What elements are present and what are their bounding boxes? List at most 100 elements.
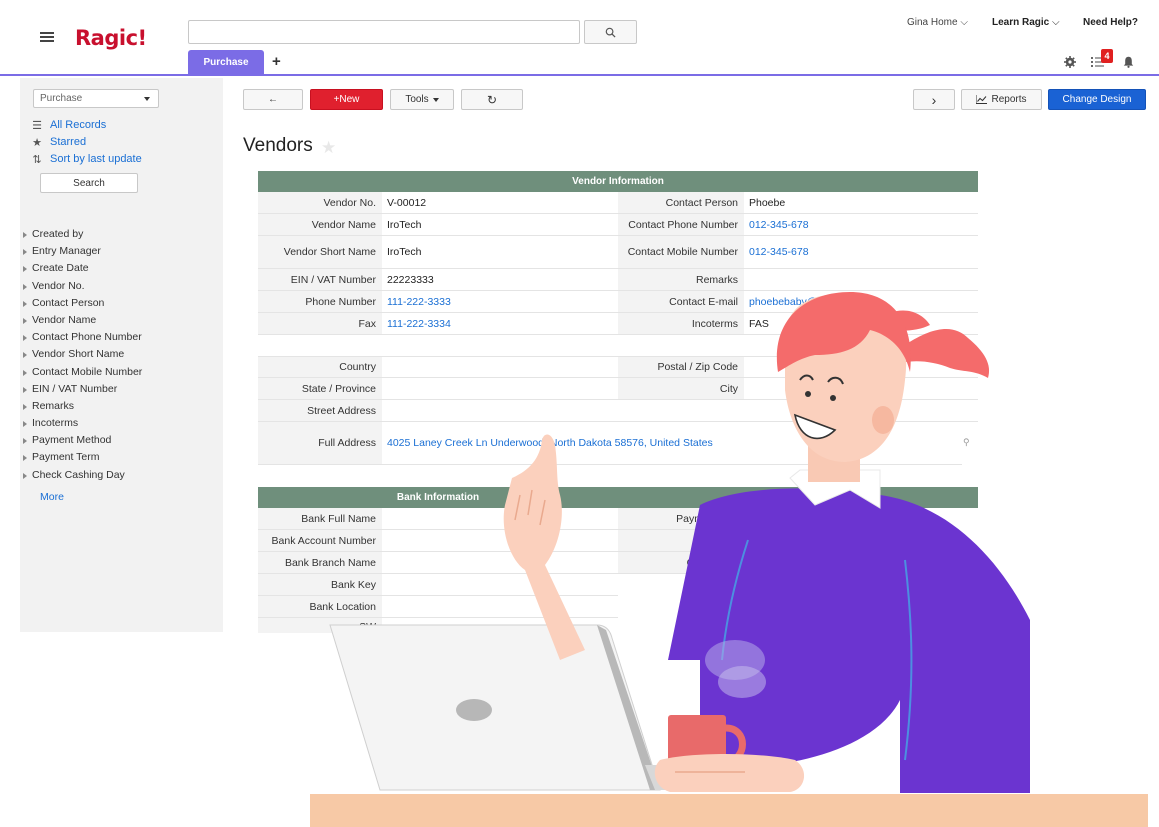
search-icon xyxy=(605,27,616,38)
map-pin-icon[interactable]: ⚲ xyxy=(963,437,970,448)
star-icon[interactable]: ★ xyxy=(321,138,336,158)
field-label: Contact E-mail xyxy=(618,291,744,312)
search-button[interactable] xyxy=(584,20,637,44)
filter-field[interactable]: Create Date xyxy=(20,262,220,279)
postal-field[interactable] xyxy=(744,357,978,377)
bank-info-header: Bank Information xyxy=(258,487,618,508)
next-button[interactable]: › xyxy=(913,89,955,110)
field-value[interactable]: IroTech xyxy=(382,214,618,235)
chart-icon xyxy=(976,95,988,104)
list-icon: ☰ xyxy=(32,119,42,132)
field-label: Check Cas xyxy=(618,552,744,573)
form-row: Phone Number 111-222-3333 Contact E-mail… xyxy=(258,291,978,313)
menu-icon[interactable] xyxy=(40,32,54,42)
filter-field[interactable]: Payment Term xyxy=(20,451,220,468)
sort-label: Sort by last update xyxy=(50,153,142,165)
field-label: EIN / VAT Number xyxy=(258,269,382,290)
filter-field[interactable]: Contact Person xyxy=(20,297,220,314)
field-label: Vendor Short Name xyxy=(258,236,382,268)
filter-field[interactable]: Incoterms xyxy=(20,417,220,434)
field-value[interactable]: 22223333 xyxy=(382,269,618,290)
bell-icon[interactable] xyxy=(1123,56,1134,68)
field-label: Bank Account Number xyxy=(258,530,382,551)
field-value[interactable]: V-00012 xyxy=(382,192,618,213)
filter-field[interactable]: Vendor Short Name xyxy=(20,348,220,365)
all-records-link[interactable]: ☰ All Records xyxy=(30,119,106,132)
full-address-link[interactable]: 4025 Laney Creek Ln Underwood, North Dak… xyxy=(382,422,962,464)
new-button[interactable]: +New xyxy=(310,89,383,110)
learn-menu[interactable]: Learn Ragic ⌵ xyxy=(992,17,1060,28)
filter-field[interactable]: EIN / VAT Number xyxy=(20,383,220,400)
user-menu[interactable]: Gina Home ⌵ xyxy=(907,17,968,28)
field-value[interactable]: IroTech xyxy=(382,236,618,268)
tab-purchase[interactable]: Purchase xyxy=(188,50,264,75)
filter-field[interactable]: Vendor No. xyxy=(20,280,220,297)
field-value[interactable] xyxy=(382,508,618,529)
incoterms-select[interactable]: FAS xyxy=(744,313,978,334)
add-tab-button[interactable]: + xyxy=(272,53,281,70)
sidebar-search-button[interactable]: Search xyxy=(40,173,138,193)
app-logo[interactable]: Ragic! xyxy=(75,26,147,50)
global-search-input[interactable] xyxy=(188,20,580,44)
sort-link[interactable]: ⇅ Sort by last update xyxy=(30,153,142,166)
field-label: State / Province xyxy=(258,378,382,399)
help-link[interactable]: Need Help? xyxy=(1083,17,1138,28)
filter-field[interactable]: Vendor Name xyxy=(20,314,220,331)
field-label: Street Address xyxy=(258,400,382,421)
sheet-select[interactable]: Purchase xyxy=(33,89,159,108)
tools-button[interactable]: Tools xyxy=(390,89,454,110)
field-label: Bank Branch Name xyxy=(258,552,382,573)
desk xyxy=(310,794,1148,827)
city-field[interactable] xyxy=(744,378,978,399)
back-button[interactable]: ← xyxy=(243,89,303,110)
filter-field[interactable]: Remarks xyxy=(20,400,220,417)
field-value[interactable] xyxy=(744,269,978,290)
filter-field[interactable]: Created by xyxy=(20,228,220,245)
change-design-button[interactable]: Change Design xyxy=(1048,89,1146,110)
form-row: Bank Key xyxy=(258,574,618,596)
field-label: Bank Location xyxy=(258,596,382,617)
fax-link[interactable]: 111-222-3334 xyxy=(382,313,618,334)
starred-link[interactable]: ★ Starred xyxy=(30,136,86,149)
field-label: Payment Met xyxy=(618,508,744,529)
field-label: Phone Number xyxy=(258,291,382,312)
mug-handle xyxy=(725,724,746,766)
filter-field[interactable]: Contact Phone Number xyxy=(20,331,220,348)
country-field[interactable] xyxy=(382,357,618,377)
phone-link[interactable]: 012-345-678 xyxy=(744,214,978,235)
field-label: SW xyxy=(258,618,382,634)
gear-icon[interactable] xyxy=(1064,56,1076,68)
field-label: Vendor No. xyxy=(258,192,382,213)
field-value[interactable] xyxy=(382,574,618,595)
chevron-down-icon: ⌵ xyxy=(1052,17,1060,28)
steam xyxy=(705,640,765,680)
form-row: Bank Location xyxy=(258,596,618,618)
street-field[interactable] xyxy=(382,400,978,421)
laptop-logo xyxy=(456,699,492,721)
filter-field[interactable]: Entry Manager xyxy=(20,245,220,262)
form-row: EIN / VAT Number 22223333 Remarks xyxy=(258,269,978,291)
filter-field[interactable]: Check Cashing Day xyxy=(20,469,220,486)
field-label: Country xyxy=(258,357,382,377)
more-fields-link[interactable]: More xyxy=(40,491,64,503)
field-value[interactable]: Phoebe xyxy=(744,192,978,213)
phone-link[interactable]: 111-222-3333 xyxy=(382,291,618,312)
form-row: Fax 111-222-3334 Incoterms FAS xyxy=(258,313,978,335)
state-field[interactable] xyxy=(382,378,618,399)
field-value[interactable] xyxy=(382,530,618,551)
field-label: Postal / Zip Code xyxy=(618,357,744,377)
refresh-button[interactable]: ↻ xyxy=(461,89,523,110)
email-link[interactable]: phoebebaby@sample.com xyxy=(744,291,978,312)
phone-link[interactable]: 012-345-678 xyxy=(744,236,978,268)
field-label: Full Address xyxy=(258,422,382,464)
filter-field-list: Created by Entry Manager Create Date Ven… xyxy=(20,228,220,486)
filter-field[interactable]: Payment Method xyxy=(20,434,220,451)
field-label: Contact Mobile Number xyxy=(618,236,744,268)
field-value[interactable] xyxy=(382,596,618,617)
sleeve-seam xyxy=(904,559,913,761)
reports-button[interactable]: Reports xyxy=(961,89,1042,110)
field-value[interactable] xyxy=(382,552,618,573)
field-label: Paymen xyxy=(618,530,744,551)
hand-holding-mug xyxy=(654,754,805,792)
filter-field[interactable]: Contact Mobile Number xyxy=(20,366,220,383)
